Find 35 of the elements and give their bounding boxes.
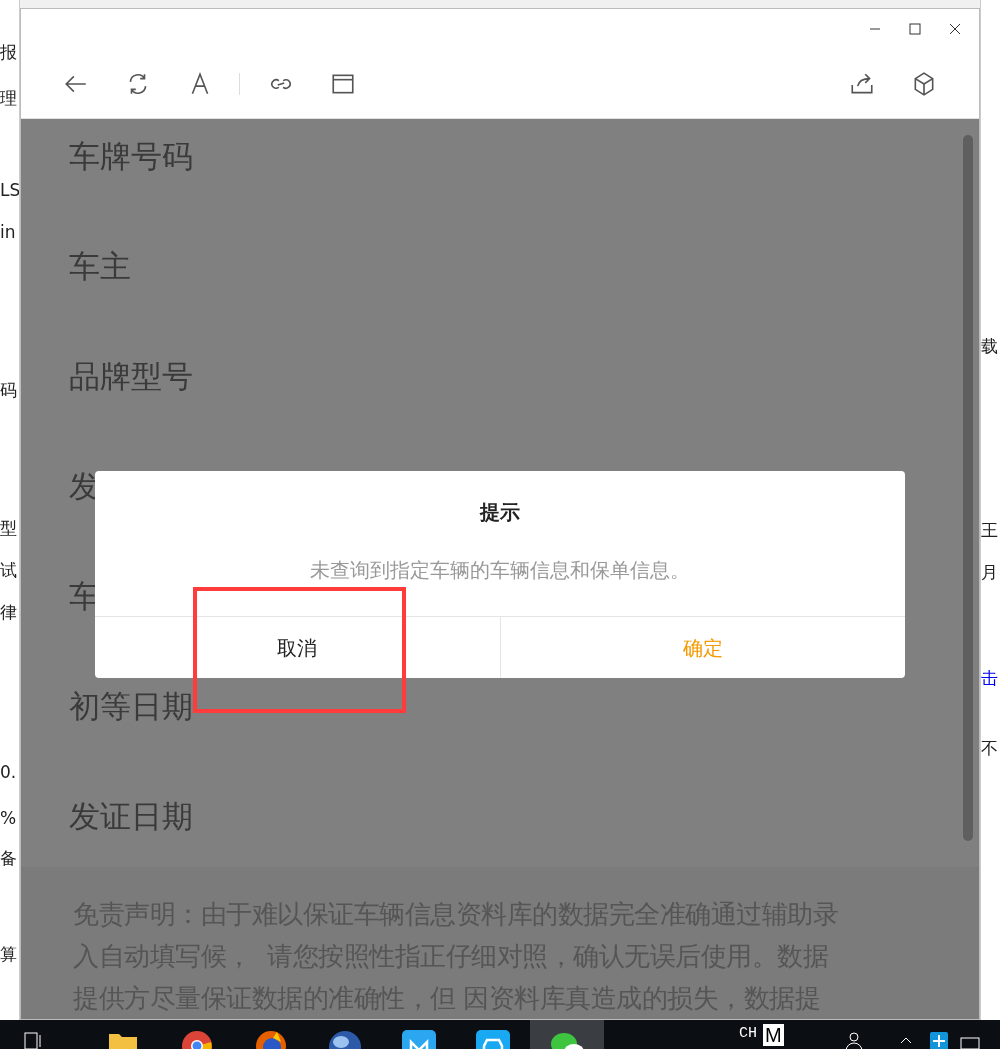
background-label: 码 xyxy=(0,379,17,402)
background-link[interactable]: 击 xyxy=(981,666,998,690)
background-label: 律 xyxy=(0,601,17,624)
background-label: 型 xyxy=(0,517,17,540)
background-label: 报 xyxy=(0,41,17,64)
background-label: 备 xyxy=(0,847,17,870)
close-icon[interactable] xyxy=(949,23,961,35)
field-label: 发证日期 xyxy=(69,797,194,835)
background-label: 试 xyxy=(0,559,17,582)
tray-app-icon[interactable] xyxy=(929,1031,948,1049)
field-label: 发 xyxy=(69,467,101,505)
field-label: 初等日期 xyxy=(69,687,194,725)
scrollbar-thumb[interactable] xyxy=(963,135,973,841)
background-label: 月 xyxy=(981,561,998,584)
task-view-icon[interactable] xyxy=(24,1031,44,1049)
background-label: 不 xyxy=(981,737,998,760)
background-label: in xyxy=(0,221,16,244)
background-label: % xyxy=(0,807,17,830)
taskbar-button[interactable] xyxy=(530,1020,604,1049)
cancel-button[interactable]: 取消 xyxy=(95,617,500,678)
background-label: 王 xyxy=(981,519,998,542)
background-label: 理 xyxy=(0,87,17,110)
background-label: 算 xyxy=(0,943,17,966)
ime-label[interactable]: CH xyxy=(739,1023,757,1046)
field-label: 车主 xyxy=(69,247,132,285)
dialog-message: 未查询到指定车辆的车辆信息和保单信息。 xyxy=(310,557,690,584)
field-label: 品牌型号 xyxy=(69,357,194,395)
maximize-icon[interactable] xyxy=(909,23,921,35)
people-icon[interactable] xyxy=(843,1030,864,1049)
background-label: LS xyxy=(0,179,19,202)
dialog-title: 提示 xyxy=(480,499,520,526)
background-label: 0. xyxy=(0,761,17,784)
ime-mode-indicator[interactable]: M xyxy=(763,1023,784,1046)
background-label: 载 xyxy=(981,335,998,358)
field-label: 车牌号码 xyxy=(69,137,194,175)
